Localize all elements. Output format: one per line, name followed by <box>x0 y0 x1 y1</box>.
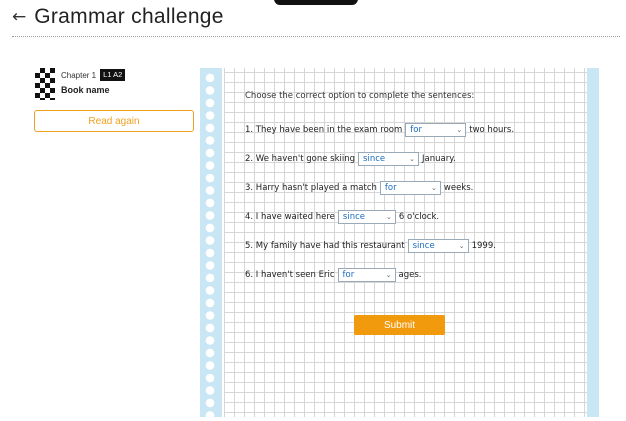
answer-dropdown-5[interactable]: since ⌄ <box>407 239 469 253</box>
instruction-text: Choose the correct option to complete th… <box>245 91 475 101</box>
book-info: Chapter 1 L1 A2 Book name <box>35 68 126 100</box>
chevron-down-icon: ⌄ <box>386 213 392 221</box>
sentence-text-before: 5. My family have had this restaurant <box>245 241 405 251</box>
sentence-3: 3. Harry hasn't played a match for ⌄ wee… <box>245 181 473 195</box>
chevron-down-icon: ⌄ <box>458 242 465 250</box>
sentence-text-before: 4. I have waited here <box>245 212 335 222</box>
dropdown-value: since <box>363 154 386 164</box>
sentence-1: 1. They have been in the exam room for ⌄… <box>245 123 514 137</box>
sentence-text-after: 6 o'clock. <box>398 212 440 222</box>
dropdown-value: for <box>384 183 397 193</box>
sentence-text-after: two hours. <box>469 125 515 135</box>
chapter-row: Chapter 1 L1 A2 <box>61 68 126 82</box>
answer-dropdown-4[interactable]: since ⌄ <box>337 210 396 224</box>
sentence-text-after: January. <box>422 154 456 164</box>
dropdown-value: since <box>412 241 435 251</box>
answer-dropdown-6[interactable]: for ⌄ <box>337 268 396 282</box>
sentence-5: 5. My family have had this restaurant si… <box>245 239 496 253</box>
exercise-area: Choose the correct option to complete th… <box>245 88 575 282</box>
notebook-spiral <box>200 68 224 421</box>
chevron-down-icon: ⌄ <box>409 155 416 163</box>
book-name: Book name <box>61 85 110 95</box>
chevron-down-icon: ⌄ <box>385 271 392 279</box>
read-again-button[interactable]: Read again <box>34 110 194 132</box>
sentence-6: 6. I haven't seen Eric for ⌄ ages. <box>245 268 421 282</box>
answer-dropdown-3[interactable]: for ⌄ <box>379 181 441 195</box>
answer-dropdown-2[interactable]: since ⌄ <box>358 152 420 166</box>
chevron-down-icon: ⌄ <box>431 184 437 192</box>
chevron-down-icon: ⌄ <box>456 126 463 134</box>
page-title: Grammar challenge <box>34 5 224 28</box>
book-cover-image <box>35 68 55 100</box>
header-divider <box>12 36 620 37</box>
dropdown-value: since <box>342 212 366 222</box>
sentence-text-before: 1. They have been in the exam room <box>245 125 403 135</box>
book-meta: Chapter 1 L1 A2 Book name <box>61 68 126 100</box>
answer-dropdown-1[interactable]: for ⌄ <box>405 123 467 137</box>
sentence-text-after: 1999. <box>471 241 496 251</box>
chapter-label: Chapter 1 <box>61 70 97 80</box>
sentence-text-before: 6. I haven't seen Eric <box>245 270 335 280</box>
page-header: ← Grammar challenge <box>12 2 224 32</box>
sentence-2: 2. We haven't gone skiing since ⌄ Januar… <box>245 152 456 166</box>
sentence-4: 4. I have waited here since ⌄ 6 o'clock. <box>245 210 439 224</box>
sentence-text-before: 2. We haven't gone skiing <box>245 154 356 164</box>
sentence-text-after: ages. <box>398 270 422 280</box>
notebook-edge <box>587 68 599 417</box>
level-badge: L1 A2 <box>100 69 126 81</box>
sentence-text-after: weeks. <box>443 183 474 193</box>
submit-button[interactable]: Submit <box>354 315 445 335</box>
arrow-left-icon[interactable]: ← <box>12 7 26 27</box>
dropdown-value: for <box>342 270 355 280</box>
top-notch <box>274 0 358 5</box>
sentence-text-before: 3. Harry hasn't played a match <box>245 183 377 193</box>
dropdown-value: for <box>410 125 422 135</box>
